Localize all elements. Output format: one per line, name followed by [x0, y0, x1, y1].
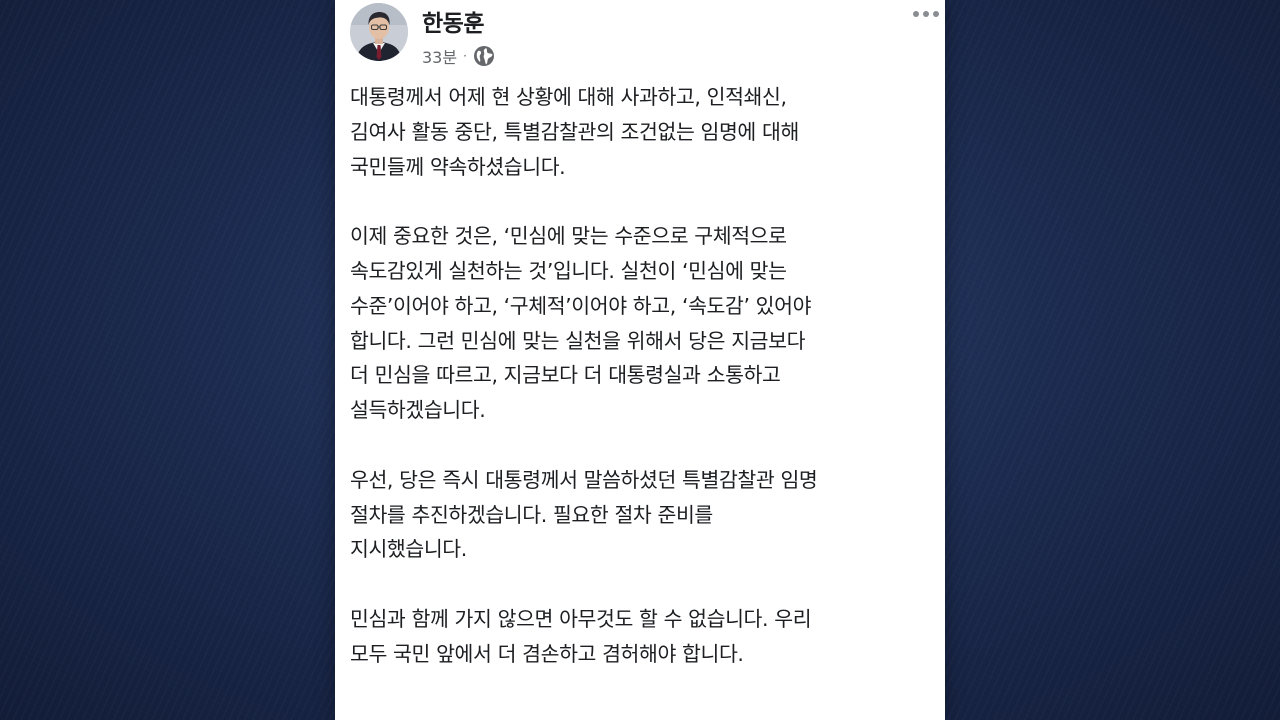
post-header: 한동훈 33분 ·: [335, 0, 945, 84]
facebook-post-card: 한동훈 33분 · 대통령께서 어제 현 상황에 대해 사과하고, 인적쇄신, …: [335, 0, 945, 720]
author-name[interactable]: 한동훈: [422, 4, 484, 38]
post-line: 대통령께서 어제 현 상황에 대해 사과하고, 인적쇄신,: [350, 85, 787, 109]
more-options-button[interactable]: [909, 4, 943, 24]
post-meta: 33분 ·: [422, 44, 495, 68]
post-timestamp[interactable]: 33분: [422, 44, 457, 68]
post-body: 대통령께서 어제 현 상황에 대해 사과하고, 인적쇄신, 김여사 활동 중단,…: [350, 80, 935, 706]
more-horizontal-icon-dot: [933, 11, 939, 17]
post-line: 지시했습니다.: [350, 537, 467, 562]
post-line: 설득하겠습니다.: [350, 398, 486, 423]
post-line: 합니다. 그런 민심에 맞는 실천을 위해서 당은 지금보다: [350, 328, 806, 353]
avatar-portrait: [350, 3, 408, 61]
globe-icon[interactable]: [473, 45, 495, 67]
post-line: 김여사 활동 중단, 특별감찰관의 조건없는 임명에 대해: [350, 119, 799, 144]
post-line: 모두 국민 앞에서 더 겸손하고 겸허해야 합니다.: [350, 641, 744, 666]
post-paragraph-1: 대통령께서 어제 현 상황에 대해 사과하고, 인적쇄신, 김여사 활동 중단,…: [350, 80, 935, 184]
more-horizontal-icon-dot: [923, 11, 929, 17]
post-line: 민심과 함께 가지 않으면 아무것도 할 수 없습니다. 우리: [350, 606, 812, 631]
post-line: 더 민심을 따르고, 지금보다 더 대통령실과 소통하고: [350, 363, 781, 388]
post-paragraph-2: 이제 중요한 것은, ‘민심에 맞는 수준으로 구체적으로 속도감있게 실천하는…: [350, 219, 935, 428]
meta-separator: ·: [463, 49, 467, 63]
post-line: 수준’이어야 하고, ‘구체적’이어야 하고, ‘속도감’ 있어야: [350, 293, 812, 318]
more-horizontal-icon-dot: [913, 11, 919, 17]
post-paragraph-4: 민심과 함께 가지 않으면 아무것도 할 수 없습니다. 우리 모두 국민 앞에…: [350, 602, 935, 672]
post-line: 이제 중요한 것은, ‘민심에 맞는 수준으로 구체적으로: [350, 224, 787, 249]
author-avatar[interactable]: [350, 3, 408, 61]
post-line: 국민들께 약속하셨습니다.: [350, 154, 566, 179]
post-line: 절차를 추진하겠습니다. 필요한 절차 준비를: [350, 502, 713, 527]
post-line: 속도감있게 실천하는 것’입니다. 실천이 ‘민심에 맞는: [350, 258, 787, 283]
post-paragraph-3: 우선, 당은 즉시 대통령께서 말씀하셨던 특별감찰관 임명 절차를 추진하겠습…: [350, 463, 935, 567]
post-line: 우선, 당은 즉시 대통령께서 말씀하셨던 특별감찰관 임명: [350, 467, 818, 492]
